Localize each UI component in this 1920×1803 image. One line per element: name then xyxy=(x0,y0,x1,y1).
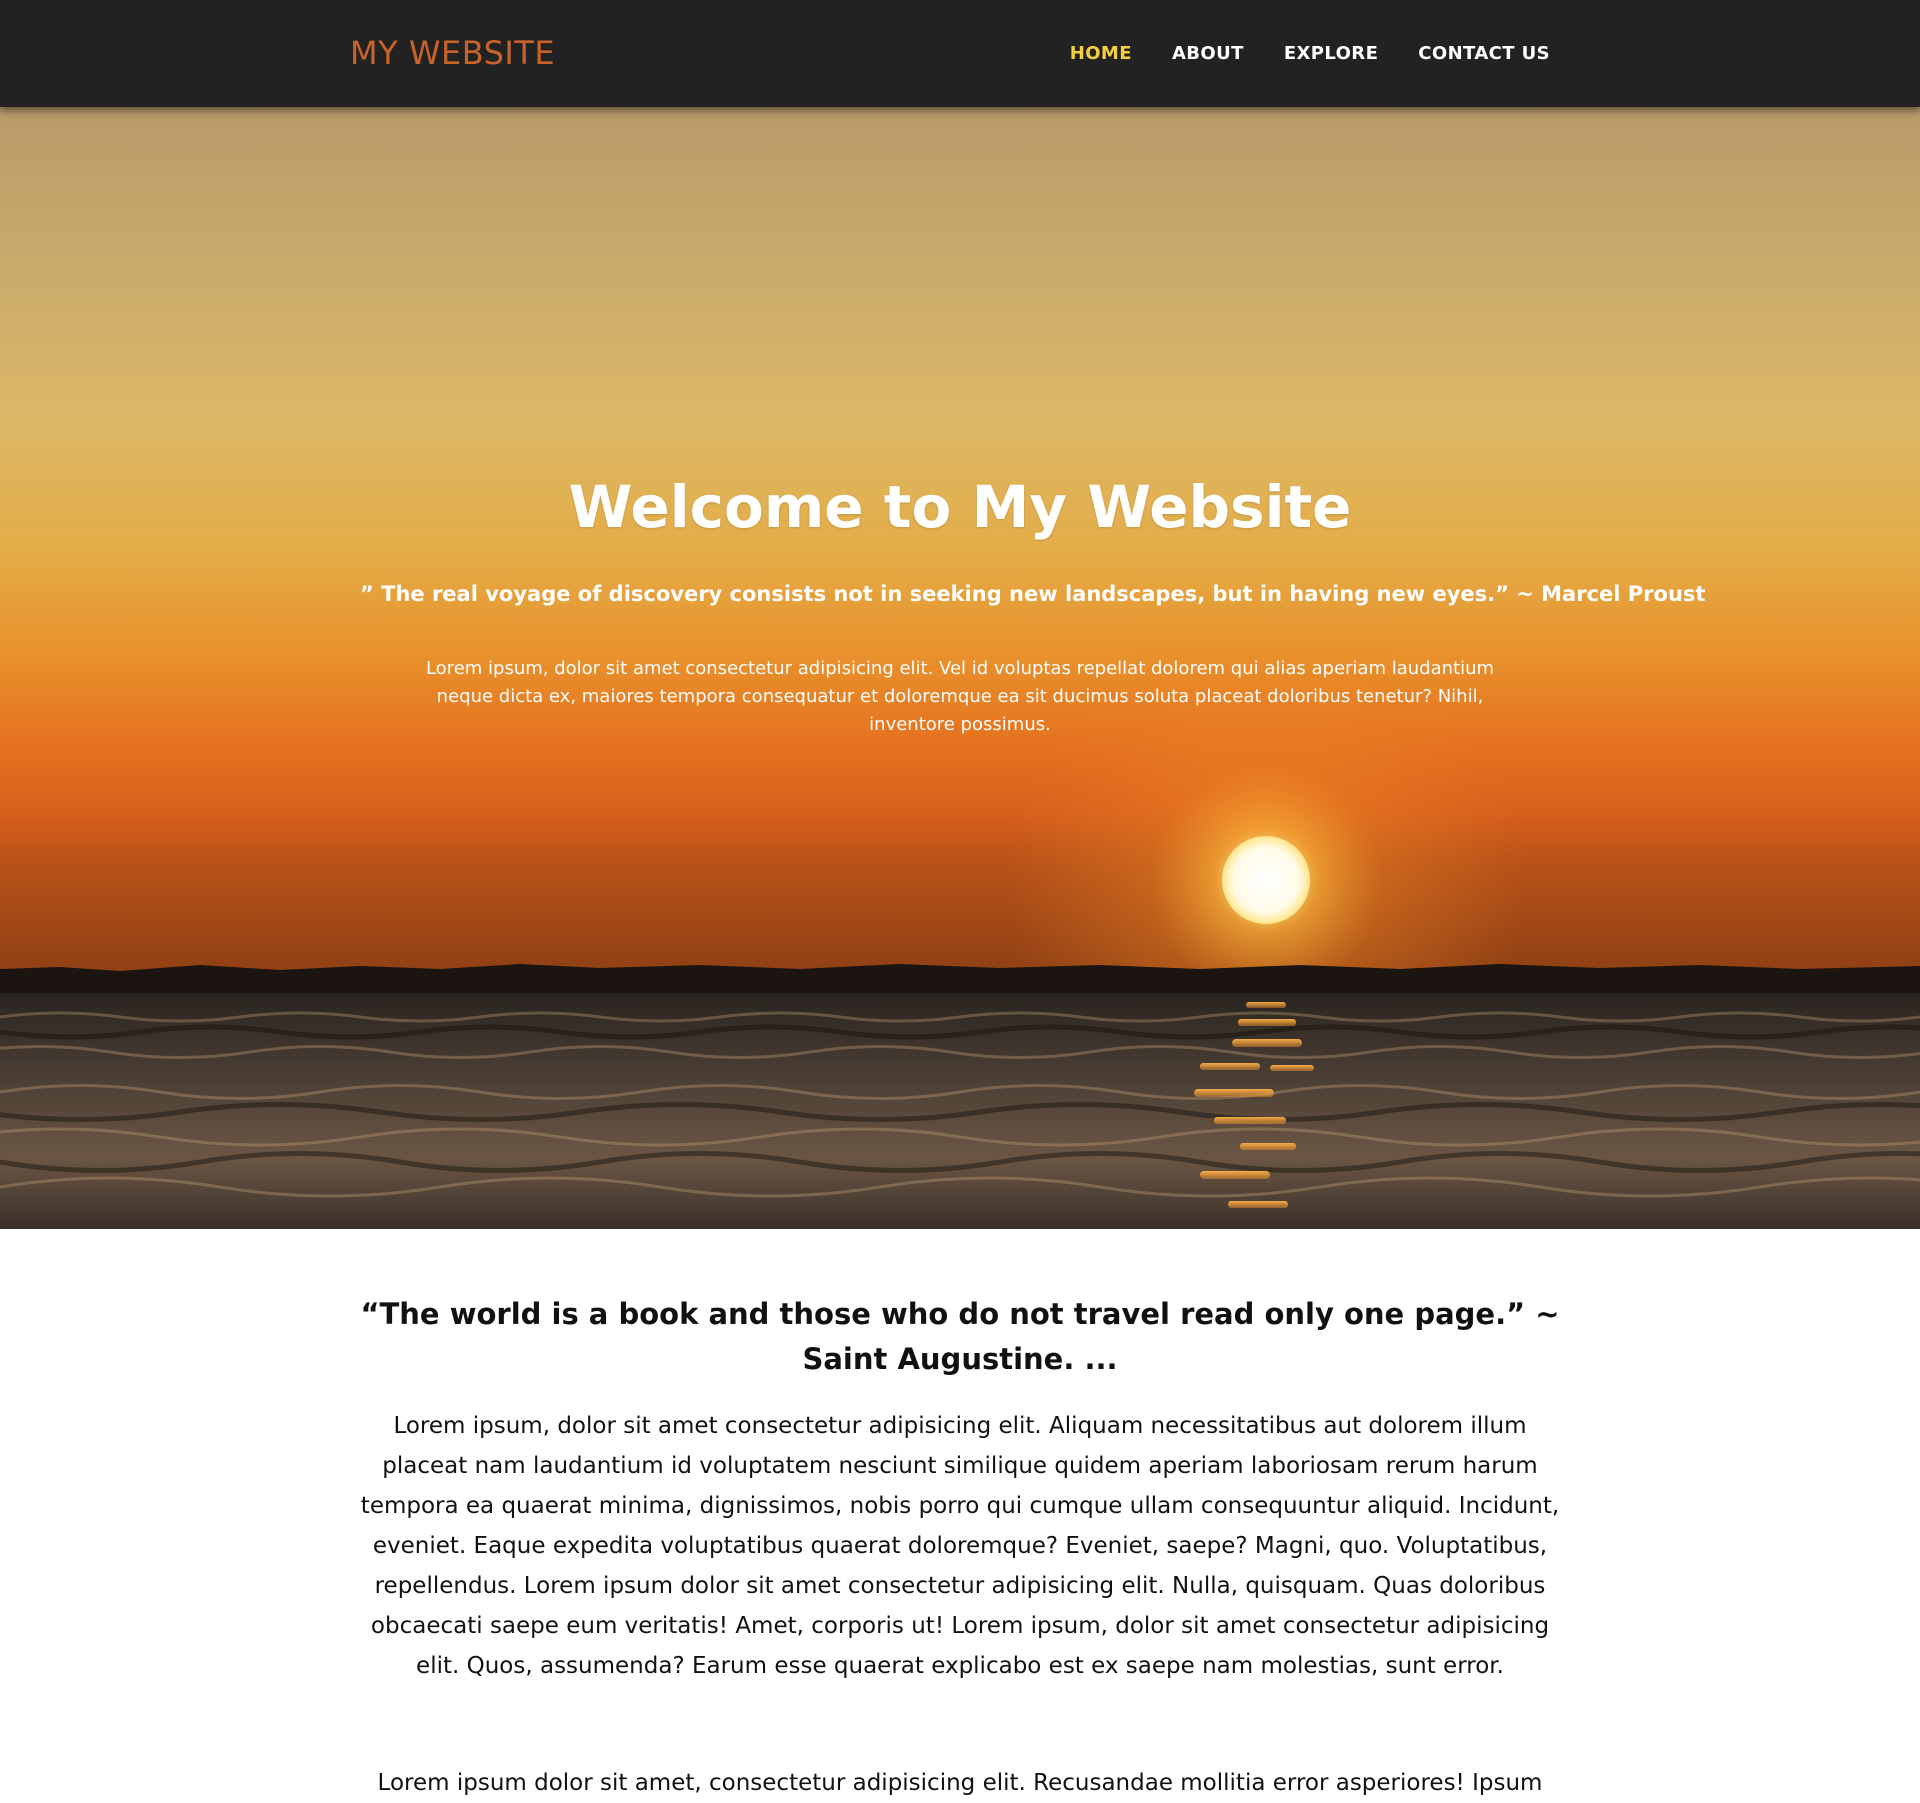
content-paragraph: Lorem ipsum dolor sit amet, consectetur … xyxy=(377,1770,1543,1796)
nav-link-contact-us[interactable]: CONTACT US xyxy=(1418,43,1550,64)
nav-item-contact-us: CONTACT US xyxy=(1418,43,1550,64)
nav-item-about: ABOUT xyxy=(1172,43,1244,64)
hero-description: Lorem ipsum, dolor sit amet consectetur … xyxy=(425,658,1495,735)
nav-link-explore[interactable]: EXPLORE xyxy=(1284,43,1378,64)
nav-link-home[interactable]: HOME xyxy=(1070,43,1132,64)
nav-item-home: HOME xyxy=(1070,43,1132,64)
hero-section: Welcome to My Website ” The real voyage … xyxy=(0,107,1920,1229)
hero-quote: ” The real voyage of discovery consists … xyxy=(360,582,1706,606)
nav-menu: HOME ABOUT EXPLORE CONTACT US xyxy=(1070,0,1550,107)
content-quote-heading: “The world is a book and those who do no… xyxy=(360,1297,1560,1376)
hero-title: Welcome to My Website xyxy=(568,473,1352,541)
brand-logo-link[interactable]: MY WEBSITE xyxy=(350,0,555,107)
nav-item-explore: EXPLORE xyxy=(1284,43,1378,64)
hero-content: Welcome to My Website ” The real voyage … xyxy=(0,107,1920,1229)
nav-link-about[interactable]: ABOUT xyxy=(1172,43,1244,64)
content-paragraph: Lorem ipsum, dolor sit amet consectetur … xyxy=(360,1413,1560,1679)
top-navbar: MY WEBSITE HOME ABOUT EXPLORE CONTACT US xyxy=(0,0,1920,107)
